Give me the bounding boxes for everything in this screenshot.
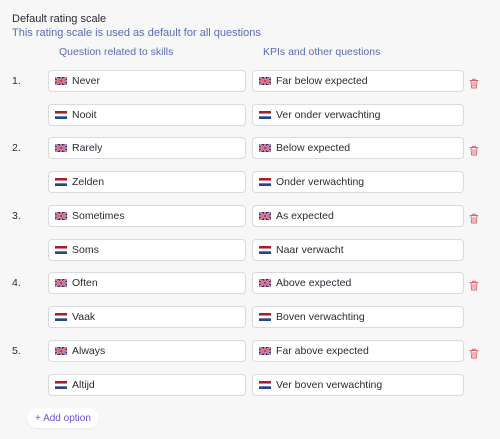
uk-flag-icon (259, 279, 271, 287)
skills-english-input-text: Often (72, 277, 98, 289)
skills-english-input-text: Sometimes (72, 210, 125, 222)
page-title: Default rating scale (12, 13, 107, 25)
kpi-english-input-text: Below expected (276, 142, 351, 154)
skills-dutch-input[interactable]: Vaak (48, 306, 246, 328)
add-option-button[interactable]: + Add option (27, 408, 99, 428)
skills-english-input[interactable]: Never (48, 70, 246, 92)
nl-flag-icon (259, 111, 271, 119)
kpi-english-input[interactable]: As expected (252, 205, 464, 227)
kpi-dutch-input[interactable]: Ver onder verwachting (252, 104, 464, 126)
nl-flag-icon (259, 381, 271, 389)
trash-icon[interactable] (469, 346, 479, 359)
skills-dutch-input-text: Soms (72, 244, 99, 256)
kpi-dutch-input[interactable]: Boven verwachting (252, 306, 464, 328)
skills-dutch-input[interactable]: Soms (48, 239, 246, 261)
nl-flag-icon (55, 178, 67, 186)
skills-english-input-text: Rarely (72, 142, 103, 154)
trash-icon[interactable] (469, 278, 479, 291)
uk-flag-icon (55, 347, 67, 355)
kpi-dutch-input[interactable]: Ver boven verwachting (252, 374, 464, 396)
uk-flag-icon (259, 77, 271, 85)
kpi-english-input-text: As expected (276, 210, 334, 222)
option-number: 3. (12, 210, 21, 222)
kpi-dutch-input-text: Onder verwachting (276, 176, 365, 188)
skills-dutch-input-text: Vaak (72, 311, 96, 323)
kpi-english-input-text: Above expected (276, 277, 352, 289)
trash-icon[interactable] (469, 76, 479, 89)
nl-flag-icon (259, 313, 271, 321)
skills-english-input[interactable]: Always (48, 340, 246, 362)
nl-flag-icon (259, 246, 271, 254)
skills-dutch-input-text: Nooit (72, 109, 97, 121)
kpi-english-input-text: Far below expected (276, 75, 368, 87)
nl-flag-icon (55, 313, 67, 321)
option-number: 2. (12, 142, 21, 154)
uk-flag-icon (259, 347, 271, 355)
page-subtitle: This rating scale is used as default for… (12, 27, 261, 39)
skills-dutch-input-text: Zelden (72, 176, 105, 188)
skills-english-input[interactable]: Sometimes (48, 205, 246, 227)
kpi-english-input[interactable]: Far below expected (252, 70, 464, 92)
nl-flag-icon (55, 246, 67, 254)
uk-flag-icon (259, 144, 271, 152)
kpi-dutch-input-text: Ver boven verwachting (276, 379, 383, 391)
kpi-dutch-input-text: Ver onder verwachting (276, 109, 381, 121)
skills-english-input-text: Never (72, 75, 101, 87)
kpi-english-input[interactable]: Above expected (252, 272, 464, 294)
uk-flag-icon (55, 279, 67, 287)
kpi-dutch-input-text: Naar verwacht (276, 244, 344, 256)
column-header-skills: Question related to skills (59, 46, 174, 58)
trash-icon[interactable] (469, 211, 479, 224)
skills-dutch-input[interactable]: Altijd (48, 374, 246, 396)
uk-flag-icon (259, 212, 271, 220)
kpi-dutch-input[interactable]: Naar verwacht (252, 239, 464, 261)
kpi-english-input-text: Far above expected (276, 345, 369, 357)
skills-dutch-input[interactable]: Nooit (48, 104, 246, 126)
option-number: 5. (12, 345, 21, 357)
uk-flag-icon (55, 212, 67, 220)
kpi-english-input[interactable]: Far above expected (252, 340, 464, 362)
skills-english-input-text: Always (72, 345, 106, 357)
option-number: 1. (12, 75, 21, 87)
uk-flag-icon (55, 144, 67, 152)
skills-dutch-input[interactable]: Zelden (48, 171, 246, 193)
option-number: 4. (12, 277, 21, 289)
kpi-dutch-input-text: Boven verwachting (276, 311, 365, 323)
skills-english-input[interactable]: Often (48, 272, 246, 294)
column-header-kpis: KPIs and other questions (263, 46, 381, 58)
kpi-english-input[interactable]: Below expected (252, 137, 464, 159)
trash-icon[interactable] (469, 143, 479, 156)
nl-flag-icon (55, 111, 67, 119)
skills-dutch-input-text: Altijd (72, 379, 95, 391)
kpi-dutch-input[interactable]: Onder verwachting (252, 171, 464, 193)
skills-english-input[interactable]: Rarely (48, 137, 246, 159)
nl-flag-icon (55, 381, 67, 389)
nl-flag-icon (259, 178, 271, 186)
uk-flag-icon (55, 77, 67, 85)
